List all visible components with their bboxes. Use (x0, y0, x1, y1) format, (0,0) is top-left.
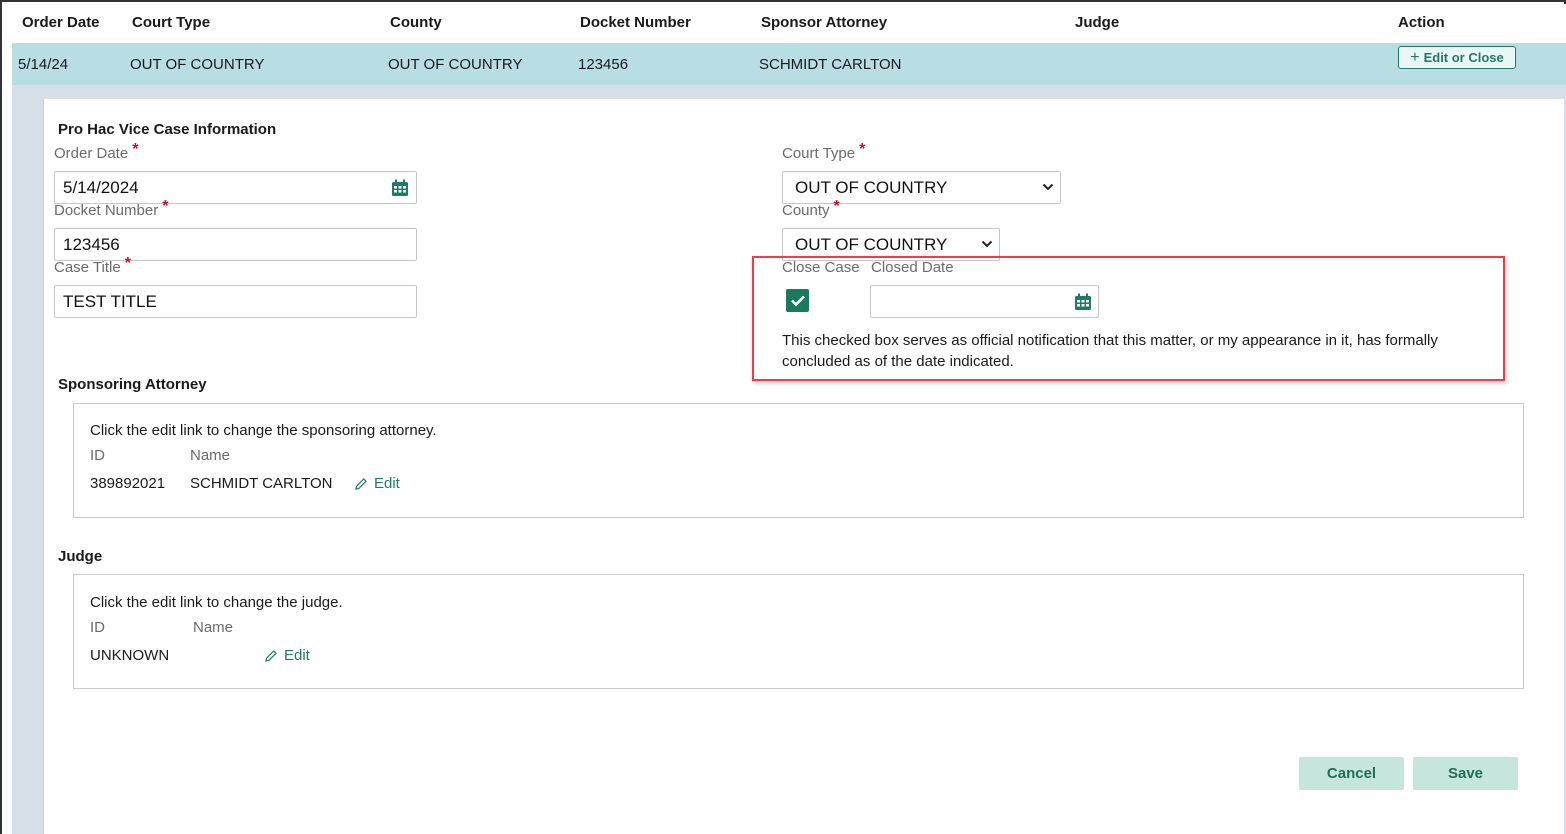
sponsoring-attorney-name: SCHMIDT CARLTON (190, 475, 333, 492)
required-marker: * (162, 198, 169, 215)
header-action: Action (1398, 14, 1445, 31)
required-marker: * (859, 141, 866, 158)
cell-sponsor-attorney: SCHMIDT CARLTON (759, 56, 902, 73)
closed-date-input[interactable] (870, 285, 1099, 318)
section-title-case-info: Pro Hac Vice Case Information (58, 121, 277, 138)
save-button[interactable]: Save (1413, 757, 1518, 790)
required-marker: * (833, 198, 840, 215)
chevron-down-icon (1042, 183, 1054, 191)
case-title-input[interactable]: TEST TITLE (54, 285, 417, 318)
judge-instruction: Click the edit link to change the judge. (90, 594, 343, 611)
cell-order-date: 5/14/24 (18, 56, 69, 73)
judge-id: UNKNOWN (90, 647, 170, 664)
required-marker: * (124, 255, 131, 272)
check-icon (790, 295, 805, 307)
table-header: Order Date Court Type County Docket Numb… (4, 4, 1566, 44)
plus-icon: + (1410, 48, 1420, 66)
sponsoring-attorney-name-label: Name (190, 447, 231, 464)
sponsoring-attorney-id: 389892021 (90, 475, 166, 492)
case-title-label: Case Title * (54, 255, 131, 276)
table-row[interactable]: 5/14/24 OUT OF COUNTRY OUT OF COUNTRY 12… (12, 43, 1566, 85)
judge-title: Judge (58, 548, 103, 565)
close-case-notice: This checked box serves as official noti… (782, 332, 1438, 370)
cell-county: OUT OF COUNTRY (388, 56, 523, 73)
court-type-select[interactable]: OUT OF COUNTRY (782, 171, 1061, 204)
sponsoring-attorney-id-label: ID (90, 447, 105, 464)
sponsoring-attorney-box: Click the edit link to change the sponso… (73, 403, 1524, 518)
judge-name-label: Name (193, 619, 234, 636)
cell-court-type: OUT OF COUNTRY (130, 56, 265, 73)
court-type-label: Court Type * (782, 141, 866, 162)
cancel-button[interactable]: Cancel (1299, 757, 1404, 790)
header-docket-number[interactable]: Docket Number (580, 14, 691, 31)
order-date-label: Order Date * (54, 141, 139, 162)
pencil-icon (355, 477, 367, 490)
cell-docket-number: 123456 (578, 56, 629, 73)
sponsoring-attorney-edit-link[interactable]: Edit (354, 475, 400, 492)
close-case-label: Close Case (782, 259, 860, 276)
chevron-down-icon (981, 240, 993, 248)
judge-id-label: ID (90, 619, 105, 636)
edit-or-close-label: Edit or Close (1423, 50, 1504, 65)
pencil-icon (265, 649, 277, 662)
header-court-type[interactable]: Court Type (132, 14, 210, 31)
calendar-icon[interactable] (391, 179, 409, 197)
header-sponsor-attorney[interactable]: Sponsor Attorney (761, 14, 887, 31)
header-order-date[interactable]: Order Date (22, 14, 100, 31)
judge-edit-link[interactable]: Edit (264, 647, 310, 664)
county-label: County * (782, 198, 840, 219)
county-select[interactable]: OUT OF COUNTRY (782, 228, 1000, 261)
docket-number-label: Docket Number * (54, 198, 169, 219)
header-judge[interactable]: Judge (1075, 14, 1119, 31)
judge-box: Click the edit link to change the judge.… (73, 574, 1524, 689)
closed-date-label: Closed Date (871, 259, 954, 276)
edit-or-close-button[interactable]: + Edit or Close (1398, 46, 1516, 69)
close-case-checkbox[interactable] (786, 289, 809, 312)
calendar-icon[interactable] (1074, 293, 1092, 311)
order-date-input[interactable]: 5/14/2024 (54, 171, 417, 204)
required-marker: * (132, 141, 139, 158)
header-county[interactable]: County (390, 14, 442, 31)
sponsoring-attorney-title: Sponsoring Attorney (58, 376, 207, 393)
docket-number-input[interactable]: 123456 (54, 228, 417, 261)
sponsoring-attorney-instruction: Click the edit link to change the sponso… (90, 422, 437, 439)
